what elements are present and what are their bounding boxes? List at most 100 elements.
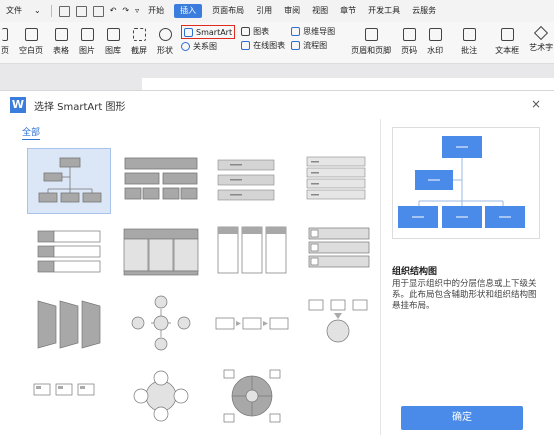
chart-label: 图表 xyxy=(253,26,270,36)
page-number-icon xyxy=(402,28,416,41)
shape-button[interactable]: 形状 xyxy=(152,22,178,58)
watermark-label: 水印 xyxy=(427,46,444,55)
list-thumbnail xyxy=(217,159,275,201)
watermark-icon xyxy=(428,28,442,41)
comment-button[interactable]: 批注 xyxy=(456,22,482,58)
menu-home[interactable]: 开始 xyxy=(142,0,170,22)
gallery-label: 图库 xyxy=(105,46,121,55)
print-preview-icon[interactable] xyxy=(92,5,104,17)
circle-cycle-thumbnail xyxy=(133,370,189,422)
comment-icon xyxy=(462,28,476,41)
layout-hierarchy[interactable] xyxy=(118,148,202,214)
textbox-icon xyxy=(500,28,514,41)
tab-all[interactable]: 全部 xyxy=(22,128,41,140)
menu-developer[interactable]: 开发工具 xyxy=(362,0,406,22)
page-number-label: 页码 xyxy=(401,46,418,55)
ok-button[interactable]: 确定 xyxy=(401,406,523,430)
smartart-icon xyxy=(184,27,193,37)
layout-list-2[interactable] xyxy=(300,148,384,214)
layout-process-2[interactable] xyxy=(209,290,293,356)
wordart-icon xyxy=(534,25,549,41)
menu-view[interactable]: 视图 xyxy=(306,0,334,22)
layout-cycle-1[interactable] xyxy=(118,290,202,356)
page-number-button[interactable]: 页码 xyxy=(396,22,422,58)
online-chart-label: 在线图表 xyxy=(253,40,286,50)
relation-button[interactable]: 关系图 xyxy=(181,39,235,53)
header-footer-button[interactable]: 页眉和页脚 xyxy=(346,22,396,58)
panel-divider xyxy=(380,119,381,435)
layout-process-3[interactable] xyxy=(300,290,384,356)
textbox-button[interactable]: 文本框 xyxy=(490,22,524,58)
page-button[interactable]: 页 xyxy=(0,22,14,58)
smartart-dialog: W 选择 SmartArt 图形 × 全部 组织结构图 用于显示组织中的分层信息… xyxy=(0,90,554,435)
flowchart-button[interactable]: 流程图 xyxy=(291,38,335,52)
watermark-button[interactable]: 水印 xyxy=(422,22,448,58)
print-icon[interactable] xyxy=(75,5,87,17)
selected-layout-description: 用于显示组织中的分层信息或上下级关系。此布局包含辅助形状和组织结构图悬挂布局。 xyxy=(392,279,537,311)
page-label: 页 xyxy=(1,46,9,55)
vertical-list-thumbnail xyxy=(217,226,287,274)
chevron-process-thumbnail xyxy=(37,300,101,349)
customize-icon[interactable]: ▿ xyxy=(132,0,142,22)
redo-icon[interactable]: ↷ xyxy=(119,0,132,22)
shape-icon xyxy=(158,28,172,41)
chevron-down-icon[interactable]: ⌄ xyxy=(28,0,47,22)
flowchart-label: 流程图 xyxy=(303,40,328,50)
wordart-button[interactable]: 艺术字 xyxy=(524,22,554,55)
close-icon[interactable]: × xyxy=(531,97,541,111)
menu-cloud[interactable]: 云服务 xyxy=(406,0,442,22)
mindmap-button[interactable]: 思维导图 xyxy=(291,24,335,38)
menu-section[interactable]: 章节 xyxy=(334,0,362,22)
layout-org-chart[interactable] xyxy=(27,148,111,214)
blank-page-button[interactable]: 空白页 xyxy=(14,22,48,58)
mindmap-icon xyxy=(291,26,301,36)
layout-cycle-2[interactable] xyxy=(118,361,202,427)
layout-list-3[interactable] xyxy=(27,219,111,285)
wordart-label: 艺术字 xyxy=(529,43,554,52)
converging-process-thumbnail xyxy=(308,299,368,343)
block-list-thumbnail xyxy=(37,230,101,273)
save-icon[interactable] xyxy=(58,5,70,17)
layout-process-1[interactable] xyxy=(27,290,111,356)
menu-page-layout[interactable]: 页面布局 xyxy=(206,0,250,22)
segmented-cycle-thumbnail xyxy=(223,369,281,423)
menu-references[interactable]: 引用 xyxy=(250,0,278,22)
picture-button[interactable]: 图片 xyxy=(74,22,100,58)
step-process-thumbnail xyxy=(33,383,95,396)
org-chart-thumbnail xyxy=(38,157,102,203)
gallery-button[interactable]: 图库 xyxy=(100,22,126,58)
layout-list-1[interactable] xyxy=(209,148,293,214)
header-footer-icon xyxy=(364,28,378,41)
chart-icon xyxy=(241,26,251,36)
picture-list-thumbnail xyxy=(308,227,370,268)
online-chart-button[interactable]: 在线图表 xyxy=(241,38,285,52)
layout-cycle-3[interactable] xyxy=(209,361,293,427)
comment-label: 批注 xyxy=(461,46,478,55)
menu-review[interactable]: 审阅 xyxy=(278,0,306,22)
ribbon: 页 空白页 表格 图片 图库 截屏 形状 SmartArt 关系图 图表 在线图… xyxy=(0,22,554,64)
radial-cycle-thumbnail xyxy=(131,295,191,351)
chart-group: 图表 在线图表 xyxy=(238,22,288,54)
chart-button[interactable]: 图表 xyxy=(241,24,285,38)
table-label: 表格 xyxy=(53,46,69,55)
separator xyxy=(50,5,52,17)
layout-picture-list[interactable] xyxy=(300,219,384,285)
screenshot-button[interactable]: 截屏 xyxy=(126,22,152,58)
blank-page-icon xyxy=(24,28,38,41)
page-icon xyxy=(2,28,8,41)
blank-page-label: 空白页 xyxy=(19,46,43,55)
dialog-header: W 选择 SmartArt 图形 × xyxy=(0,91,554,119)
gallery-icon xyxy=(106,28,120,41)
relation-label: 关系图 xyxy=(193,41,217,51)
layout-table-list[interactable] xyxy=(118,219,202,285)
category-tabs: 全部 xyxy=(22,125,41,140)
layout-process-4[interactable] xyxy=(27,361,111,427)
smartart-button[interactable]: SmartArt xyxy=(181,25,236,39)
menu-insert[interactable]: 插入 xyxy=(174,4,203,18)
list-stack-thumbnail xyxy=(306,156,366,200)
menu-file[interactable]: 文件 xyxy=(0,0,28,22)
flowchart-icon xyxy=(291,40,301,50)
table-button[interactable]: 表格 xyxy=(48,22,74,58)
layout-vertical-list[interactable] xyxy=(209,219,293,285)
undo-icon[interactable]: ↶ xyxy=(107,0,120,22)
